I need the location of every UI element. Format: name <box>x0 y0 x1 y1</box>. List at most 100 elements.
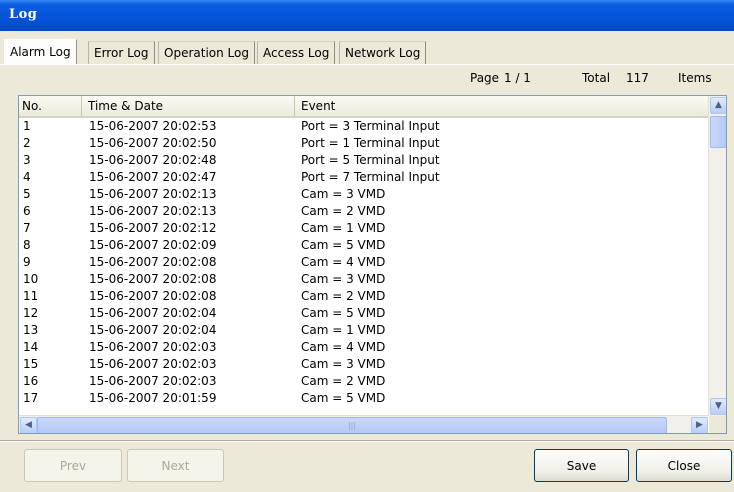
cell-no: 9 <box>23 255 31 269</box>
chevron-up-icon[interactable]: ▲ <box>710 97 726 114</box>
cell-event: Cam = 3 VMD <box>301 357 386 371</box>
list-rows: 1 15-06-2007 20:02:53 Port = 3 Terminal In… <box>19 118 708 413</box>
cell-no: 13 <box>23 323 39 337</box>
alarm-log-list[interactable]: No. Time & Date Event 1 15-06-2007 20:02:… <box>18 95 727 434</box>
cell-time-date: 15-06-2007 20:02:47 <box>89 170 217 184</box>
tab-operation-log[interactable]: Operation Log <box>158 41 255 64</box>
cell-event: Port = 5 Terminal Input <box>301 153 440 167</box>
tab-network-log[interactable]: Network Log <box>339 41 427 64</box>
cell-no: 2 <box>23 136 31 150</box>
column-header-time-date[interactable]: Time & Date <box>82 96 295 116</box>
table-row[interactable]: 10 15-06-2007 20:02:08 Cam = 3 VMD <box>19 271 708 288</box>
cell-no: 4 <box>23 170 31 184</box>
cell-event: Cam = 3 VMD <box>301 272 386 286</box>
cell-time-date: 15-06-2007 20:02:04 <box>89 306 217 320</box>
cell-time-date: 15-06-2007 20:02:53 <box>89 119 217 133</box>
prev-button[interactable]: Prev <box>24 449 122 482</box>
cell-time-date: 15-06-2007 20:02:13 <box>89 187 217 201</box>
cell-no: 5 <box>23 187 31 201</box>
cell-time-date: 15-06-2007 20:01:59 <box>89 391 217 405</box>
cell-event: Cam = 5 VMD <box>301 306 386 320</box>
page-label: Page <box>470 71 500 85</box>
table-row[interactable]: 17 15-06-2007 20:01:59 Cam = 5 VMD <box>19 390 708 407</box>
cell-time-date: 15-06-2007 20:02:08 <box>89 289 217 303</box>
table-row[interactable]: 4 15-06-2007 20:02:47 Port = 7 Terminal In… <box>19 169 708 186</box>
next-button[interactable]: Next <box>127 449 224 482</box>
chevron-down-icon[interactable]: ▼ <box>710 398 726 415</box>
tab-access-log[interactable]: Access Log <box>257 41 336 64</box>
cell-time-date: 15-06-2007 20:02:08 <box>89 272 217 286</box>
cell-time-date: 15-06-2007 20:02:13 <box>89 204 217 218</box>
chevron-right-icon[interactable]: ▶ <box>691 417 708 433</box>
horizontal-scrollbar[interactable]: ◀ ||| ▶ <box>19 415 708 433</box>
footer-divider-highlight <box>0 441 734 442</box>
list-header: No. Time & Date Event <box>19 96 708 118</box>
table-row[interactable]: 9 15-06-2007 20:02:08 Cam = 4 VMD <box>19 254 708 271</box>
table-row[interactable]: 1 15-06-2007 20:02:53 Port = 3 Terminal In… <box>19 118 708 135</box>
cell-time-date: 15-06-2007 20:02:09 <box>89 238 217 252</box>
cell-event: Port = 1 Terminal Input <box>301 136 440 150</box>
total-value: 117 <box>626 71 649 85</box>
cell-no: 10 <box>23 272 39 286</box>
table-row[interactable]: 6 15-06-2007 20:02:13 Cam = 2 VMD <box>19 203 708 220</box>
title-bar[interactable]: Log <box>0 0 734 31</box>
items-label: Items <box>678 71 712 85</box>
cell-no: 7 <box>23 221 31 235</box>
tab-error-log[interactable]: Error Log <box>88 41 155 64</box>
cell-event: Cam = 2 VMD <box>301 289 386 303</box>
scroll-corner <box>709 416 726 433</box>
cell-no: 3 <box>23 153 31 167</box>
tab-divider <box>0 64 734 65</box>
table-row[interactable]: 5 15-06-2007 20:02:13 Cam = 3 VMD <box>19 186 708 203</box>
page-value: 1 / 1 <box>504 71 531 85</box>
cell-event: Cam = 4 VMD <box>301 340 386 354</box>
cell-no: 16 <box>23 374 39 388</box>
chevron-left-icon[interactable]: ◀ <box>20 417 37 433</box>
column-header-event[interactable]: Event <box>295 96 708 116</box>
vertical-scrollbar[interactable]: ▲ ▼ <box>708 96 726 416</box>
cell-time-date: 15-06-2007 20:02:12 <box>89 221 217 235</box>
cell-no: 17 <box>23 391 39 405</box>
cell-event: Cam = 1 VMD <box>301 323 386 337</box>
cell-time-date: 15-06-2007 20:02:03 <box>89 357 217 371</box>
save-button[interactable]: Save <box>534 449 629 482</box>
window-title: Log <box>9 7 38 22</box>
table-row[interactable]: 13 15-06-2007 20:02:04 Cam = 1 VMD <box>19 322 708 339</box>
tab-strip: Alarm Log Error Log Operation Log Access… <box>0 39 734 65</box>
table-row[interactable]: 15 15-06-2007 20:02:03 Cam = 3 VMD <box>19 356 708 373</box>
table-row[interactable]: 3 15-06-2007 20:02:48 Port = 5 Terminal In… <box>19 152 708 169</box>
table-row[interactable]: 2 15-06-2007 20:02:50 Port = 1 Terminal In… <box>19 135 708 152</box>
cell-time-date: 15-06-2007 20:02:50 <box>89 136 217 150</box>
tab-alarm-log[interactable]: Alarm Log <box>4 39 77 64</box>
cell-event: Cam = 2 VMD <box>301 204 386 218</box>
column-header-no[interactable]: No. <box>19 96 82 116</box>
cell-time-date: 15-06-2007 20:02:03 <box>89 340 217 354</box>
table-row[interactable]: 12 15-06-2007 20:02:04 Cam = 5 VMD <box>19 305 708 322</box>
cell-event: Cam = 3 VMD <box>301 187 386 201</box>
cell-time-date: 15-06-2007 20:02:03 <box>89 374 217 388</box>
cell-no: 6 <box>23 204 31 218</box>
cell-time-date: 15-06-2007 20:02:08 <box>89 255 217 269</box>
cell-no: 1 <box>23 119 31 133</box>
cell-no: 12 <box>23 306 39 320</box>
close-button[interactable]: Close <box>636 449 732 482</box>
cell-event: Cam = 1 VMD <box>301 221 386 235</box>
cell-no: 11 <box>23 289 39 303</box>
total-label: Total <box>582 71 611 85</box>
cell-event: Cam = 5 VMD <box>301 238 386 252</box>
cell-no: 15 <box>23 357 39 371</box>
cell-event: Port = 7 Terminal Input <box>301 170 440 184</box>
horizontal-scroll-thumb[interactable]: ||| <box>37 417 667 433</box>
table-row[interactable]: 11 15-06-2007 20:02:08 Cam = 2 VMD <box>19 288 708 305</box>
cell-event: Port = 3 Terminal Input <box>301 119 440 133</box>
table-row[interactable]: 7 15-06-2007 20:02:12 Cam = 1 VMD <box>19 220 708 237</box>
vertical-scroll-thumb[interactable] <box>710 116 726 148</box>
table-row[interactable]: 16 15-06-2007 20:02:03 Cam = 2 VMD <box>19 373 708 390</box>
cell-event: Cam = 5 VMD <box>301 391 386 405</box>
cell-no: 8 <box>23 238 31 252</box>
table-row[interactable]: 14 15-06-2007 20:02:03 Cam = 4 VMD <box>19 339 708 356</box>
cell-time-date: 15-06-2007 20:02:04 <box>89 323 217 337</box>
cell-event: Cam = 2 VMD <box>301 374 386 388</box>
cell-time-date: 15-06-2007 20:02:48 <box>89 153 217 167</box>
table-row[interactable]: 8 15-06-2007 20:02:09 Cam = 5 VMD <box>19 237 708 254</box>
